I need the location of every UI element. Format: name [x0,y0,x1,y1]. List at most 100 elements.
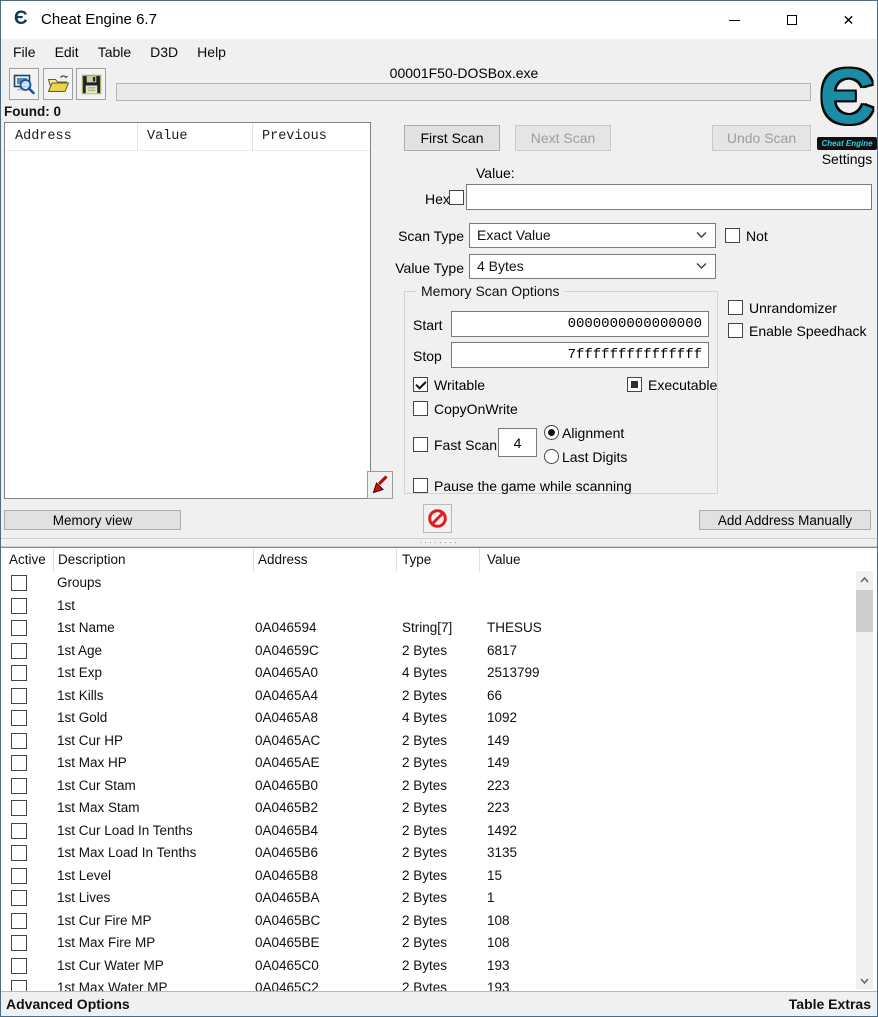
table-row[interactable]: 1st Max Load In Tenths0A0465B62 Bytes313… [1,842,858,865]
stop-address-input[interactable] [451,342,709,368]
fast-scan-checkbox[interactable] [413,437,428,452]
start-address-input[interactable] [451,311,709,337]
open-table-button[interactable] [43,68,73,100]
col-description[interactable]: Description [58,552,126,567]
advanced-options-link[interactable]: Advanced Options [6,996,130,1012]
copyonwrite-checkbox[interactable] [413,401,428,416]
col-value[interactable]: Value [487,552,521,567]
row-active-checkbox[interactable] [11,575,27,591]
found-col-previous[interactable]: Previous [262,129,327,144]
menu-help[interactable]: Help [197,44,226,60]
table-row[interactable]: 1st Name0A046594String[7]THESUS [1,617,858,640]
col-type[interactable]: Type [402,552,431,567]
table-row[interactable]: 1st Exp0A0465A04 Bytes2513799 [1,662,858,685]
table-row[interactable]: Groups [1,572,858,595]
table-row[interactable]: 1st Age0A04659C2 Bytes6817 [1,640,858,663]
row-active-checkbox[interactable] [11,755,27,771]
row-active-checkbox[interactable] [11,868,27,884]
table-scrollbar[interactable] [856,571,873,989]
row-active-checkbox[interactable] [11,890,27,906]
pause-game-checkbox[interactable] [413,478,428,493]
row-active-checkbox[interactable] [11,913,27,929]
row-active-checkbox[interactable] [11,620,27,636]
menu-file[interactable]: File [13,44,36,60]
row-active-checkbox[interactable] [11,935,27,951]
row-value: 108 [487,913,510,928]
next-scan-button[interactable]: Next Scan [515,125,611,151]
row-active-checkbox[interactable] [11,710,27,726]
stop-scan-button[interactable] [423,504,452,533]
add-address-manually-button[interactable]: Add Address Manually [699,510,871,530]
menu-edit[interactable]: Edit [55,44,79,60]
fast-scan-alignment-input[interactable] [498,428,537,457]
table-row[interactable]: 1st Cur HP0A0465AC2 Bytes149 [1,730,858,753]
found-list-header: Address Value Previous [5,123,370,151]
writable-checkbox[interactable] [413,377,428,392]
table-row[interactable]: 1st Max Stam0A0465B22 Bytes223 [1,797,858,820]
col-active[interactable]: Active [9,552,46,567]
found-col-address[interactable]: Address [15,129,72,144]
row-active-checkbox[interactable] [11,598,27,614]
value-input[interactable] [466,184,872,210]
splitter-handle[interactable] [1,538,877,547]
menu-d3d[interactable]: D3D [150,44,178,60]
scrollbar-thumb[interactable] [856,590,873,632]
executable-checkbox[interactable] [627,377,642,392]
row-active-checkbox[interactable] [11,980,27,991]
scroll-up-button[interactable] [856,571,873,588]
row-address: 0A0465B4 [255,823,318,838]
save-table-button[interactable] [76,68,106,100]
table-row[interactable]: 1st Cur Water MP0A0465C02 Bytes193 [1,955,858,978]
row-active-checkbox[interactable] [11,643,27,659]
row-active-checkbox[interactable] [11,958,27,974]
table-row[interactable]: 1st Kills0A0465A42 Bytes66 [1,685,858,708]
no-entry-icon [427,508,448,529]
table-row[interactable]: 1st Max Water MP0A0465C22 Bytes193 [1,977,858,991]
table-row[interactable]: 1st Cur Stam0A0465B02 Bytes223 [1,775,858,798]
row-active-checkbox[interactable] [11,733,27,749]
row-active-checkbox[interactable] [11,800,27,816]
table-extras-link[interactable]: Table Extras [789,996,871,1012]
table-row[interactable]: 1st Lives0A0465BA2 Bytes1 [1,887,858,910]
first-scan-button[interactable]: First Scan [404,125,500,151]
group-title: Memory Scan Options [416,283,565,299]
table-row[interactable]: 1st Level0A0465B82 Bytes15 [1,865,858,888]
table-row[interactable]: 1st Max HP0A0465AE2 Bytes149 [1,752,858,775]
memory-view-button[interactable]: Memory view [4,510,181,530]
row-active-checkbox[interactable] [11,688,27,704]
found-results-list[interactable]: Address Value Previous [4,122,371,499]
writable-label: Writable [434,377,485,393]
row-active-checkbox[interactable] [11,823,27,839]
add-selected-addresses-button[interactable] [367,471,393,499]
row-active-checkbox[interactable] [11,665,27,681]
not-checkbox[interactable] [725,228,740,243]
alignment-radio[interactable] [544,425,559,440]
table-row[interactable]: 1st Cur Fire MP0A0465BC2 Bytes108 [1,910,858,933]
found-count-label: Found: 0 [4,104,61,119]
enable-speedhack-checkbox[interactable] [728,323,743,338]
undo-scan-button[interactable]: Undo Scan [712,125,811,151]
maximize-button[interactable] [763,1,820,39]
table-row[interactable]: 1st Max Fire MP0A0465BE2 Bytes108 [1,932,858,955]
hex-checkbox[interactable] [449,190,464,205]
close-button[interactable]: ✕ [820,1,877,39]
menu-table[interactable]: Table [98,44,131,60]
table-row[interactable]: 1st Gold0A0465A84 Bytes1092 [1,707,858,730]
scroll-down-button[interactable] [856,972,873,989]
table-row[interactable]: 1st [1,595,858,618]
minimize-button[interactable] [706,1,763,39]
select-process-button[interactable] [9,68,39,100]
settings-link[interactable]: Settings [815,151,878,167]
row-active-checkbox[interactable] [11,778,27,794]
row-description: 1st Max HP [57,755,127,770]
last-digits-radio[interactable] [544,449,559,464]
row-type: 2 Bytes [402,755,447,770]
logo-badge: Cheat Engine [817,137,877,150]
found-col-value[interactable]: Value [147,129,188,144]
table-row[interactable]: 1st Cur Load In Tenths0A0465B42 Bytes149… [1,820,858,843]
unrandomizer-checkbox[interactable] [728,300,743,315]
value-type-select[interactable]: 4 Bytes [469,254,716,279]
col-address[interactable]: Address [258,552,308,567]
row-active-checkbox[interactable] [11,845,27,861]
scan-type-select[interactable]: Exact Value [469,223,716,248]
